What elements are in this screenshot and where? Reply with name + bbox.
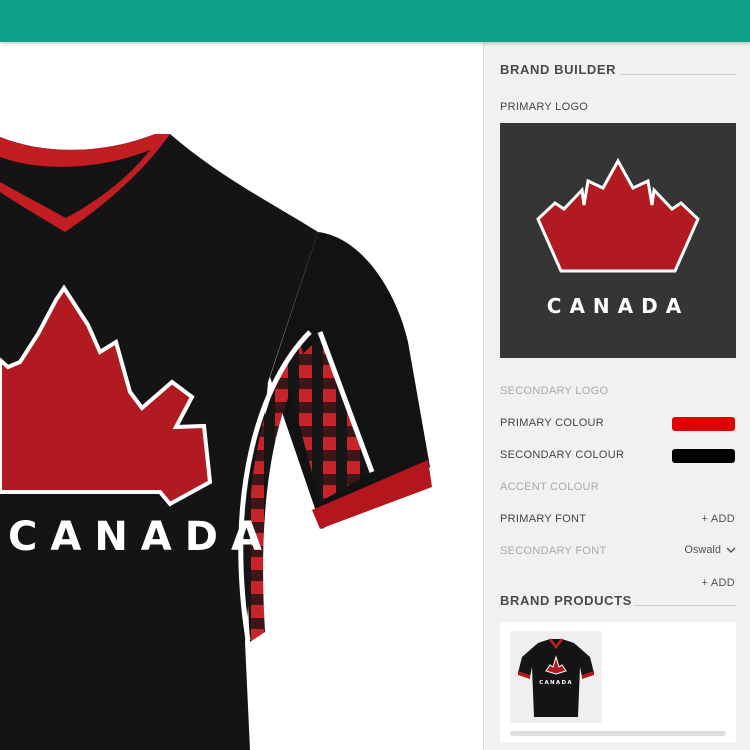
section-divider — [620, 74, 736, 75]
section-divider — [634, 605, 736, 606]
thumbnail-text: CANADA — [539, 680, 573, 686]
secondary-logo-label[interactable]: SECONDARY LOGO — [500, 385, 608, 397]
primary-colour-swatch[interactable] — [672, 417, 735, 431]
secondary-font-select[interactable]: Oswald — [684, 544, 736, 556]
primary-font-add-button[interactable]: + ADD — [701, 513, 735, 525]
brand-products-list: CANADA — [500, 622, 736, 742]
product-thumbnail[interactable]: CANADA — [510, 631, 602, 723]
secondary-font-label: SECONDARY FONT — [500, 545, 607, 557]
primary-logo-label: PRIMARY LOGO — [500, 101, 589, 113]
primary-colour-label: PRIMARY COLOUR — [500, 417, 605, 429]
primary-logo-preview[interactable]: CANADA — [500, 123, 736, 358]
brand-builder-title: BRAND BUILDER — [500, 62, 617, 77]
brand-builder-panel: BRAND BUILDER PRIMARY LOGO CANADA SECOND… — [483, 42, 750, 750]
logo-text: CANADA — [547, 294, 689, 318]
maple-leaf-logo — [536, 157, 700, 273]
top-bar — [0, 0, 750, 42]
jersey-preview[interactable]: CANADA — [0, 42, 483, 750]
primary-font-label: PRIMARY FONT — [500, 513, 587, 525]
horizontal-scrollbar[interactable] — [510, 731, 726, 736]
accent-colour-label[interactable]: ACCENT COLOUR — [500, 481, 599, 493]
secondary-colour-label: SECONDARY COLOUR — [500, 449, 625, 461]
secondary-font-value: Oswald — [684, 544, 721, 556]
secondary-colour-swatch[interactable] — [672, 449, 735, 463]
chest-text: CANADA — [8, 514, 275, 560]
brand-products-title: BRAND PRODUCTS — [500, 593, 632, 608]
chevron-down-icon — [726, 547, 736, 553]
add-font-button[interactable]: + ADD — [701, 577, 735, 589]
